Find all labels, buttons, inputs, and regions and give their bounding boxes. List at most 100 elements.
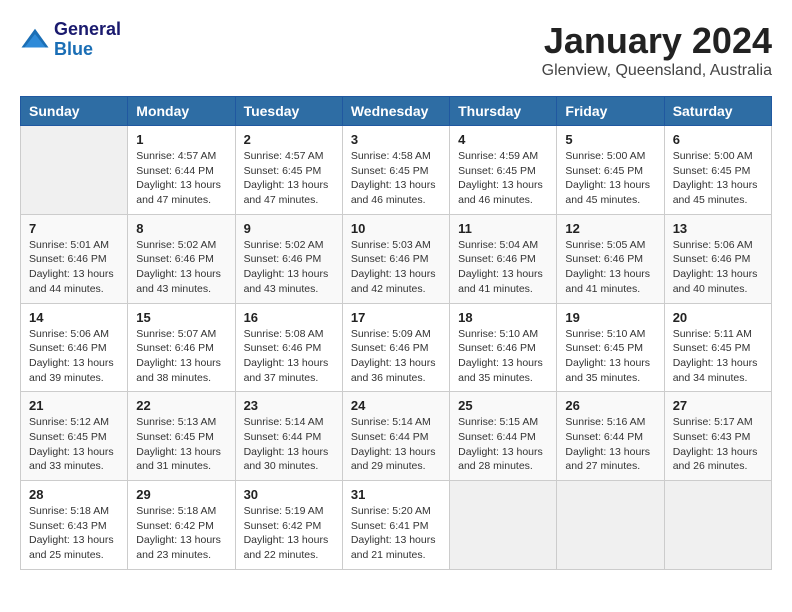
day-info: Sunrise: 5:00 AM Sunset: 6:45 PM Dayligh… <box>673 149 763 208</box>
day-number: 29 <box>136 487 226 502</box>
day-number: 13 <box>673 221 763 236</box>
calendar-cell <box>557 481 664 570</box>
day-info: Sunrise: 4:57 AM Sunset: 6:45 PM Dayligh… <box>244 149 334 208</box>
day-number: 27 <box>673 398 763 413</box>
calendar-day-header: Friday <box>557 97 664 126</box>
calendar-day-header: Sunday <box>21 97 128 126</box>
calendar-cell: 31 Sunrise: 5:20 AM Sunset: 6:41 PM Dayli… <box>342 481 449 570</box>
day-number: 28 <box>29 487 119 502</box>
day-info: Sunrise: 5:10 AM Sunset: 6:46 PM Dayligh… <box>458 327 548 386</box>
calendar-body: 1 Sunrise: 4:57 AM Sunset: 6:44 PM Daylig… <box>21 126 772 570</box>
day-number: 3 <box>351 132 441 147</box>
day-info: Sunrise: 5:07 AM Sunset: 6:46 PM Dayligh… <box>136 327 226 386</box>
logo-blue: Blue <box>54 40 121 60</box>
calendar-cell: 12Sunrise: 5:05 AM Sunset: 6:46 PM Dayli… <box>557 214 664 303</box>
day-number: 1 <box>136 132 226 147</box>
day-info: Sunrise: 5:00 AM Sunset: 6:45 PM Dayligh… <box>565 149 655 208</box>
calendar-cell: 3Sunrise: 4:58 AM Sunset: 6:45 PM Daylig… <box>342 126 449 215</box>
day-number: 5 <box>565 132 655 147</box>
calendar-header: SundayMondayTuesdayWednesdayThursdayFrid… <box>21 97 772 126</box>
calendar-day-header: Saturday <box>664 97 771 126</box>
day-info: Sunrise: 5:14 AM Sunset: 6:44 PM Dayligh… <box>244 415 334 474</box>
day-info: Sunrise: 5:06 AM Sunset: 6:46 PM Dayligh… <box>29 327 119 386</box>
calendar-cell: 30 Sunrise: 5:19 AM Sunset: 6:42 PM Dayli… <box>235 481 342 570</box>
calendar-cell: 15 Sunrise: 5:07 AM Sunset: 6:46 PM Dayli… <box>128 303 235 392</box>
calendar-cell: 27 Sunrise: 5:17 AM Sunset: 6:43 PM Dayli… <box>664 392 771 481</box>
title-block: January 2024 Glenview, Queensland, Austr… <box>542 20 772 80</box>
day-number: 8 <box>136 221 226 236</box>
calendar-day-header: Monday <box>128 97 235 126</box>
day-info: Sunrise: 4:57 AM Sunset: 6:44 PM Dayligh… <box>136 149 226 208</box>
day-number: 17 <box>351 310 441 325</box>
calendar-cell: 14 Sunrise: 5:06 AM Sunset: 6:46 PM Dayli… <box>21 303 128 392</box>
day-number: 30 <box>244 487 334 502</box>
calendar-cell: 24Sunrise: 5:14 AM Sunset: 6:44 PM Dayli… <box>342 392 449 481</box>
day-number: 31 <box>351 487 441 502</box>
day-info: Sunrise: 5:17 AM Sunset: 6:43 PM Dayligh… <box>673 415 763 474</box>
day-info: Sunrise: 5:09 AM Sunset: 6:46 PM Dayligh… <box>351 327 441 386</box>
logo: General Blue <box>20 20 121 60</box>
day-number: 2 <box>244 132 334 147</box>
calendar-cell: 13 Sunrise: 5:06 AM Sunset: 6:46 PM Dayli… <box>664 214 771 303</box>
day-info: Sunrise: 5:15 AM Sunset: 6:44 PM Dayligh… <box>458 415 548 474</box>
day-info: Sunrise: 5:16 AM Sunset: 6:44 PM Dayligh… <box>565 415 655 474</box>
day-number: 22 <box>136 398 226 413</box>
calendar-cell: 16 Sunrise: 5:08 AM Sunset: 6:46 PM Dayli… <box>235 303 342 392</box>
calendar-cell: 17 Sunrise: 5:09 AM Sunset: 6:46 PM Dayli… <box>342 303 449 392</box>
calendar-cell: 19 Sunrise: 5:10 AM Sunset: 6:45 PM Dayli… <box>557 303 664 392</box>
calendar-cell: 2 Sunrise: 4:57 AM Sunset: 6:45 PM Daylig… <box>235 126 342 215</box>
day-info: Sunrise: 5:02 AM Sunset: 6:46 PM Dayligh… <box>136 238 226 297</box>
calendar-cell: 22Sunrise: 5:13 AM Sunset: 6:45 PM Dayli… <box>128 392 235 481</box>
day-number: 11 <box>458 221 548 236</box>
calendar-week-row: 28 Sunrise: 5:18 AM Sunset: 6:43 PM Dayli… <box>21 481 772 570</box>
day-info: Sunrise: 5:10 AM Sunset: 6:45 PM Dayligh… <box>565 327 655 386</box>
calendar-cell: 1 Sunrise: 4:57 AM Sunset: 6:44 PM Daylig… <box>128 126 235 215</box>
day-number: 18 <box>458 310 548 325</box>
day-number: 14 <box>29 310 119 325</box>
day-number: 6 <box>673 132 763 147</box>
day-info: Sunrise: 5:08 AM Sunset: 6:46 PM Dayligh… <box>244 327 334 386</box>
calendar-cell: 23Sunrise: 5:14 AM Sunset: 6:44 PM Dayli… <box>235 392 342 481</box>
calendar-cell: 28 Sunrise: 5:18 AM Sunset: 6:43 PM Dayli… <box>21 481 128 570</box>
day-info: Sunrise: 5:20 AM Sunset: 6:41 PM Dayligh… <box>351 504 441 563</box>
calendar-table: SundayMondayTuesdayWednesdayThursdayFrid… <box>20 96 772 570</box>
logo-icon <box>20 25 50 55</box>
calendar-week-row: 7 Sunrise: 5:01 AM Sunset: 6:46 PM Daylig… <box>21 214 772 303</box>
day-info: Sunrise: 5:12 AM Sunset: 6:45 PM Dayligh… <box>29 415 119 474</box>
day-number: 16 <box>244 310 334 325</box>
calendar-cell: 21 Sunrise: 5:12 AM Sunset: 6:45 PM Dayli… <box>21 392 128 481</box>
day-info: Sunrise: 5:18 AM Sunset: 6:43 PM Dayligh… <box>29 504 119 563</box>
day-number: 26 <box>565 398 655 413</box>
calendar-header-row: SundayMondayTuesdayWednesdayThursdayFrid… <box>21 97 772 126</box>
day-info: Sunrise: 5:11 AM Sunset: 6:45 PM Dayligh… <box>673 327 763 386</box>
day-info: Sunrise: 5:06 AM Sunset: 6:46 PM Dayligh… <box>673 238 763 297</box>
day-number: 12 <box>565 221 655 236</box>
day-info: Sunrise: 5:01 AM Sunset: 6:46 PM Dayligh… <box>29 238 119 297</box>
calendar-week-row: 14 Sunrise: 5:06 AM Sunset: 6:46 PM Dayli… <box>21 303 772 392</box>
calendar-cell: 18 Sunrise: 5:10 AM Sunset: 6:46 PM Dayli… <box>450 303 557 392</box>
calendar-cell: 11Sunrise: 5:04 AM Sunset: 6:46 PM Dayli… <box>450 214 557 303</box>
calendar-day-header: Wednesday <box>342 97 449 126</box>
page-title: January 2024 <box>542 20 772 62</box>
calendar-cell: 5 Sunrise: 5:00 AM Sunset: 6:45 PM Daylig… <box>557 126 664 215</box>
day-info: Sunrise: 5:02 AM Sunset: 6:46 PM Dayligh… <box>244 238 334 297</box>
calendar-day-header: Tuesday <box>235 97 342 126</box>
day-info: Sunrise: 5:03 AM Sunset: 6:46 PM Dayligh… <box>351 238 441 297</box>
calendar-cell <box>450 481 557 570</box>
day-number: 24 <box>351 398 441 413</box>
day-number: 19 <box>565 310 655 325</box>
calendar-cell: 8 Sunrise: 5:02 AM Sunset: 6:46 PM Daylig… <box>128 214 235 303</box>
calendar-week-row: 1 Sunrise: 4:57 AM Sunset: 6:44 PM Daylig… <box>21 126 772 215</box>
day-number: 15 <box>136 310 226 325</box>
day-number: 7 <box>29 221 119 236</box>
day-number: 25 <box>458 398 548 413</box>
logo-general: General <box>54 20 121 40</box>
calendar-cell: 7 Sunrise: 5:01 AM Sunset: 6:46 PM Daylig… <box>21 214 128 303</box>
calendar-week-row: 21 Sunrise: 5:12 AM Sunset: 6:45 PM Dayli… <box>21 392 772 481</box>
day-number: 10 <box>351 221 441 236</box>
day-number: 4 <box>458 132 548 147</box>
calendar-cell: 6 Sunrise: 5:00 AM Sunset: 6:45 PM Daylig… <box>664 126 771 215</box>
day-number: 21 <box>29 398 119 413</box>
calendar-cell: 10 Sunrise: 5:03 AM Sunset: 6:46 PM Dayli… <box>342 214 449 303</box>
day-info: Sunrise: 5:19 AM Sunset: 6:42 PM Dayligh… <box>244 504 334 563</box>
